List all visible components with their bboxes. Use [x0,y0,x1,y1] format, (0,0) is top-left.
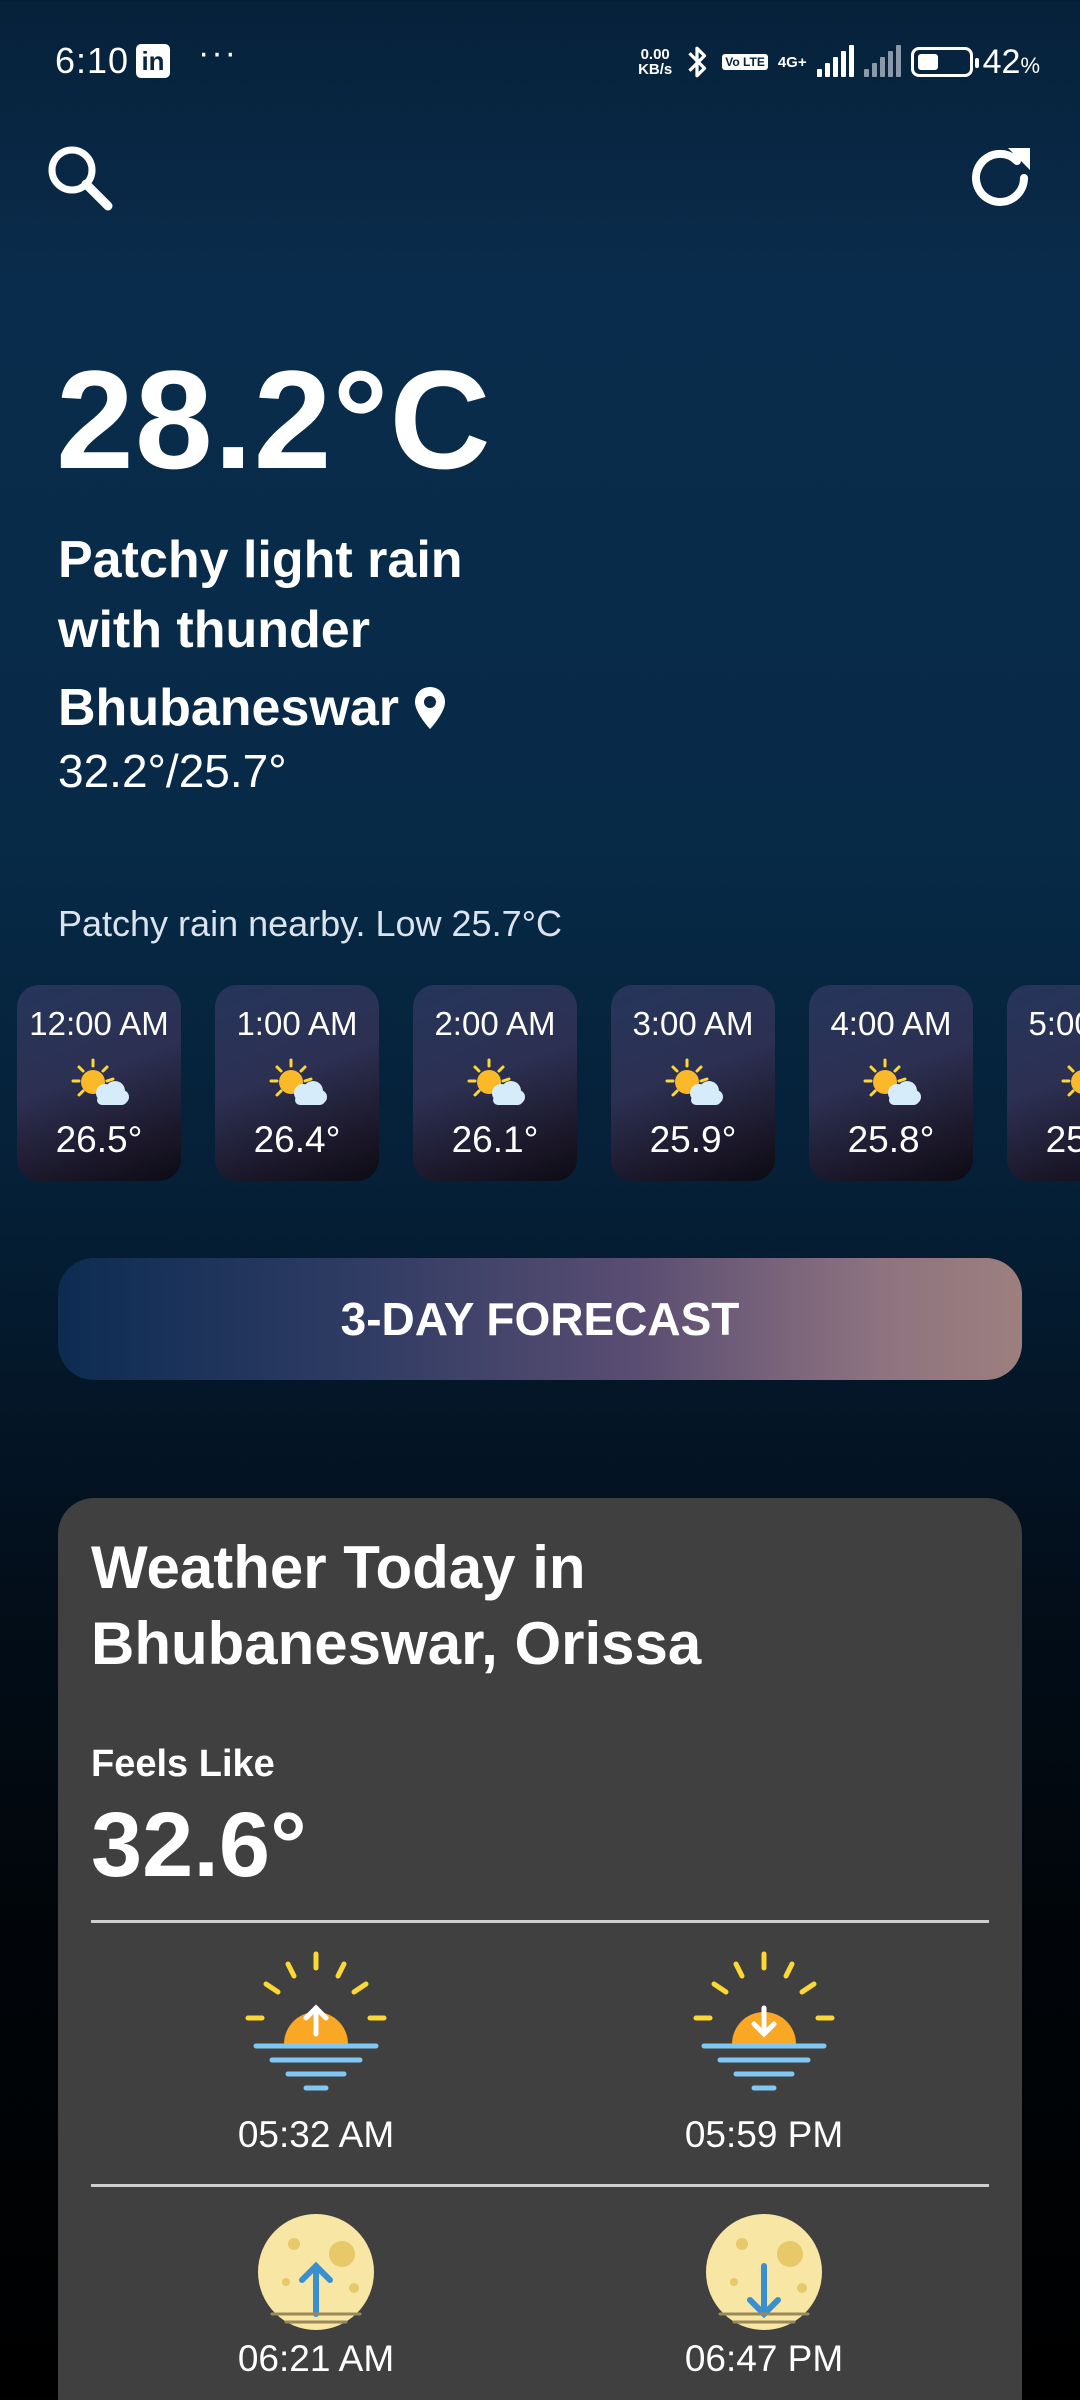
partly-cloudy-icon [467,1058,525,1105]
location-label[interactable]: Bhubaneswar [58,678,447,738]
status-indicators: 0.00 KB/s Vo LTE 4G+ 42% [638,40,1040,84]
hourly-temperature: 25.9° [649,1119,737,1160]
battery-icon [910,47,979,77]
hourly-time: 1:00 AM [236,1005,358,1042]
hourly-card[interactable]: 1:00 AM 26.4° [215,985,379,1181]
sunset-icon [693,1951,835,2091]
sunrise-block: 05:32 AM [166,1946,466,2156]
weather-summary: Patchy rain nearby. Low 25.7°C [58,903,562,944]
moonset-block: 06:47 PM [614,2210,914,2380]
sunset-block: 05:59 PM [614,1946,914,2156]
status-bar: 6:10 in ··· 0.00 KB/s Vo LTE 4G+ 42% [0,0,1080,120]
hourly-card[interactable]: 3:00 AM 25.9° [611,985,775,1181]
current-temperature: 28.2°C [56,341,492,498]
signal-strength-icon [816,45,854,77]
volte-icon: Vo LTE [722,54,768,70]
moonrise-block: 06:21 AM [166,2210,466,2380]
partly-cloudy-icon [665,1058,723,1105]
hourly-time: 12:00 AM [29,1005,169,1042]
hourly-time: 5:00 AM [1028,1005,1080,1042]
search-icon [48,146,113,211]
location-name: Bhubaneswar [58,679,399,737]
hourly-time: 3:00 AM [632,1005,754,1042]
partly-cloudy-icon [269,1058,327,1105]
refresh-icon [972,148,1030,206]
divider [91,1920,989,1923]
hourly-temperature: 25.8° [847,1119,935,1160]
hourly-temperature: 25.7° [1045,1119,1080,1160]
weather-today-title: Weather Today in Bhubaneswar, Orissa [91,1534,702,1677]
bluetooth-icon [688,46,707,78]
moonrise-time: 06:21 AM [237,2338,395,2379]
moonset-time: 06:47 PM [684,2338,844,2379]
partly-cloudy-icon [863,1058,921,1105]
hourly-forecast-strip[interactable]: 12:00 AM 26.5° 1:00 AM 26.4° 2:00 AM 26.… [17,985,1080,1183]
partly-cloudy-icon [71,1058,129,1105]
status-time: 6:10 [55,40,130,81]
weather-today-card: Weather Today in Bhubaneswar, Orissa Fee… [58,1498,1022,2400]
hourly-card[interactable]: 12:00 AM 26.5° [17,985,181,1181]
more-notifications-icon: ··· [198,34,238,72]
feels-like-label: Feels Like [91,1743,275,1785]
data-speed-indicator: 0.00 KB/s [638,46,673,78]
hourly-card[interactable]: 2:00 AM 26.1° [413,985,577,1181]
sunrise-time: 05:32 AM [237,2114,395,2155]
linkedin-notification-icon: in [136,44,170,78]
signal-strength-sim2-icon [863,45,901,77]
network-type-indicator: 4G+ [777,53,807,71]
hourly-temperature: 26.1° [451,1119,539,1160]
battery-percent: 42% [982,42,1040,81]
hourly-time: 4:00 AM [830,1005,952,1042]
partly-cloudy-icon [1061,1065,1080,1097]
feels-like-value: 32.6° [91,1794,307,1896]
three-day-forecast-button[interactable]: 3-DAY FORECAST [58,1258,1022,1380]
high-low-temperature: 32.2°/25.7° [58,745,287,797]
hourly-temperature: 26.5° [55,1119,143,1160]
moonset-icon [706,2214,822,2330]
hourly-temperature: 26.4° [253,1119,341,1160]
sunrise-icon [245,1951,387,2091]
current-condition: Patchy light rain with thunder [58,531,463,659]
search-button[interactable] [40,138,120,218]
location-pin-icon [414,687,445,729]
hourly-time: 2:00 AM [434,1005,556,1042]
hourly-card[interactable]: 4:00 AM 25.8° [809,985,973,1181]
divider [91,2184,989,2187]
hourly-card[interactable]: 5:00 AM 25.7° [1007,985,1080,1181]
sunset-time: 05:59 PM [684,2114,844,2155]
moonrise-icon [258,2214,374,2330]
refresh-button[interactable] [960,138,1040,218]
